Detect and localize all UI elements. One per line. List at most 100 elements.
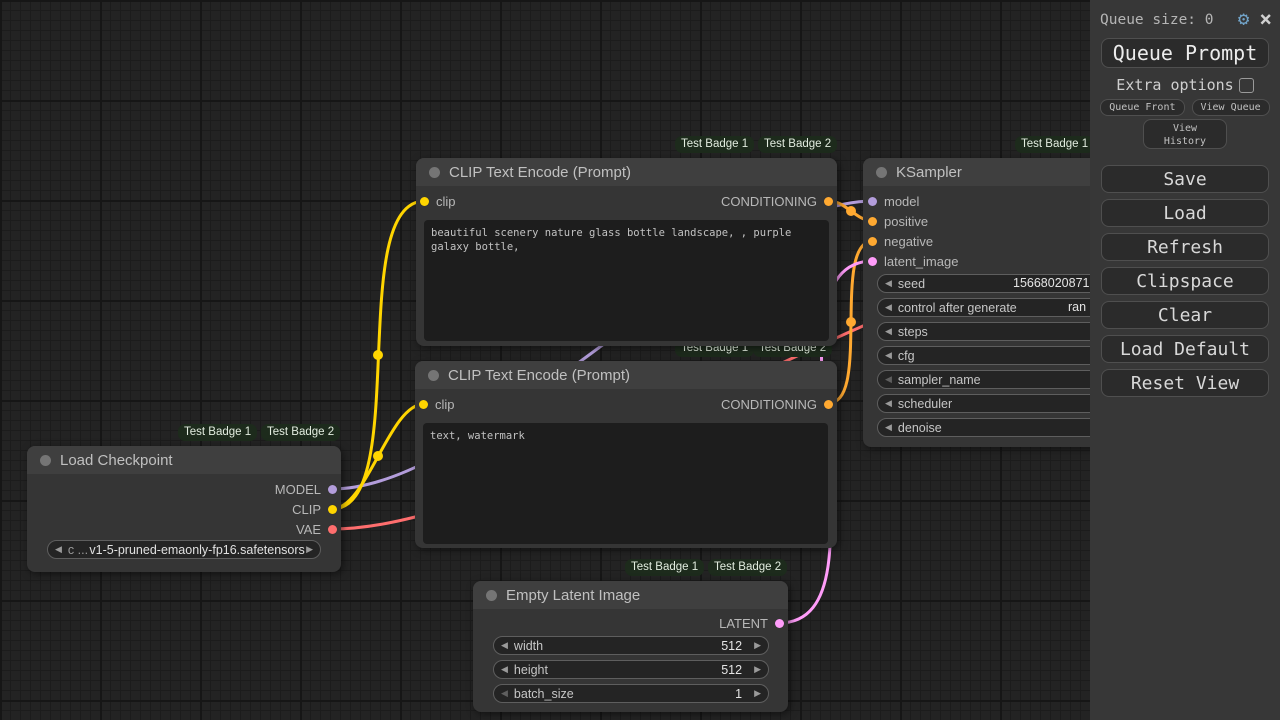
- output-slot-model[interactable]: MODEL: [275, 480, 337, 498]
- model-slot-icon[interactable]: [328, 484, 337, 494]
- decrement-icon[interactable]: ◀: [885, 327, 892, 336]
- slot-label: negative: [884, 233, 934, 249]
- load-button[interactable]: Load: [1101, 199, 1269, 227]
- wire-midpoint-dot: [846, 317, 856, 327]
- decrement-icon[interactable]: ◀: [501, 689, 508, 698]
- node-title: CLIP Text Encode (Prompt): [448, 366, 631, 384]
- collapse-dot-icon[interactable]: [486, 589, 497, 601]
- decrement-icon[interactable]: ◀: [885, 351, 892, 360]
- clear-button[interactable]: Clear: [1101, 301, 1269, 329]
- node-badge: Test Badge 1: [625, 559, 705, 576]
- wire-clip-1: [330, 199, 427, 511]
- conditioning-slot-icon[interactable]: [868, 236, 877, 246]
- increment-icon[interactable]: ▶: [754, 689, 761, 698]
- clip-slot-icon[interactable]: [420, 196, 429, 206]
- slot-label: CONDITIONING: [720, 396, 817, 412]
- clip-slot-icon[interactable]: [328, 504, 337, 514]
- extra-options-checkbox[interactable]: [1238, 77, 1254, 93]
- increment-icon[interactable]: ▶: [306, 545, 313, 554]
- node-title-bar[interactable]: Empty Latent Image: [473, 581, 788, 609]
- control-after-generate-value: ran: [1068, 300, 1087, 314]
- slot-label: CLIP: [292, 501, 321, 517]
- wire-midpoint-dot: [373, 451, 383, 461]
- decrement-icon[interactable]: ◀: [885, 303, 892, 312]
- height-widget[interactable]: ◀ height 512 ▶: [493, 660, 769, 679]
- latent-slot-icon[interactable]: [775, 618, 784, 628]
- view-queue-button[interactable]: View Queue: [1191, 99, 1270, 116]
- output-slot-clip[interactable]: CLIP: [292, 500, 337, 518]
- prompt-textarea[interactable]: text, watermark: [423, 423, 828, 544]
- node-title: CLIP Text Encode (Prompt): [449, 163, 632, 181]
- input-slot-negative[interactable]: negative: [868, 232, 933, 250]
- vae-slot-icon[interactable]: [328, 524, 337, 534]
- decrement-icon[interactable]: ◀: [501, 641, 508, 650]
- output-slot-conditioning[interactable]: CONDITIONING: [721, 395, 833, 413]
- node-badge: Test Badge 2: [261, 424, 341, 441]
- slot-label: clip: [435, 396, 455, 412]
- queue-front-button[interactable]: Queue Front: [1100, 99, 1185, 116]
- batch-size-widget[interactable]: ◀ batch_size 1 ▶: [493, 684, 769, 703]
- prompt-textarea[interactable]: beautiful scenery nature glass bottle la…: [424, 220, 829, 341]
- decrement-icon[interactable]: ◀: [885, 375, 892, 384]
- input-slot-latent-image[interactable]: latent_image: [868, 252, 958, 270]
- output-slot-conditioning[interactable]: CONDITIONING: [721, 192, 833, 210]
- ckpt-name-value: v1-5-pruned-emaonly-fp16.safetensors: [89, 542, 305, 557]
- load-default-button[interactable]: Load Default: [1101, 335, 1269, 363]
- increment-icon[interactable]: ▶: [754, 665, 761, 674]
- node-badge: Test Badge 2: [758, 136, 838, 153]
- close-icon[interactable]: ×: [1259, 9, 1272, 30]
- refresh-button[interactable]: Refresh: [1101, 233, 1269, 261]
- decrement-icon[interactable]: ◀: [55, 545, 62, 554]
- node-clip-text-encode-1[interactable]: CLIP Text Encode (Prompt) clip CONDITION…: [416, 158, 837, 346]
- output-slot-latent[interactable]: LATENT: [719, 614, 784, 632]
- clip-slot-icon[interactable]: [419, 399, 428, 409]
- wire-midpoint-dot: [373, 350, 383, 360]
- node-empty-latent-image[interactable]: Empty Latent Image LATENT ◀ width 512 ▶ …: [473, 581, 788, 712]
- ckpt-name-combo[interactable]: ◀ c ... v1-5-pruned-emaonly-fp16.safeten…: [47, 540, 321, 559]
- settings-gear-icon[interactable]: ⚙: [1238, 10, 1249, 29]
- node-badge: Test Badge 1: [675, 136, 755, 153]
- node-title-bar[interactable]: CLIP Text Encode (Prompt): [415, 361, 837, 389]
- latent-slot-icon[interactable]: [868, 256, 877, 266]
- decrement-icon[interactable]: ◀: [885, 279, 892, 288]
- decrement-icon[interactable]: ◀: [885, 399, 892, 408]
- slot-label: LATENT: [719, 615, 768, 631]
- node-title: Empty Latent Image: [506, 586, 641, 604]
- view-history-button[interactable]: View History: [1143, 119, 1227, 149]
- conditioning-slot-icon[interactable]: [868, 216, 877, 226]
- input-slot-clip[interactable]: clip: [419, 395, 455, 413]
- reset-view-button[interactable]: Reset View: [1101, 369, 1269, 397]
- node-title: KSampler: [896, 163, 962, 181]
- collapse-dot-icon[interactable]: [428, 369, 439, 381]
- collapse-dot-icon[interactable]: [40, 454, 51, 466]
- menu-panel: Queue size: 0 ⚙ × Queue Prompt Extra opt…: [1090, 0, 1280, 720]
- widget-label: width: [513, 638, 544, 653]
- slot-label: positive: [884, 213, 929, 229]
- conditioning-slot-icon[interactable]: [824, 196, 833, 206]
- decrement-icon[interactable]: ◀: [885, 423, 892, 432]
- clipspace-button[interactable]: Clipspace: [1101, 267, 1269, 295]
- wire-midpoint-dot: [846, 206, 856, 216]
- save-button[interactable]: Save: [1101, 165, 1269, 193]
- increment-icon[interactable]: ▶: [754, 641, 761, 650]
- node-title-bar[interactable]: Load Checkpoint: [27, 446, 341, 474]
- collapse-dot-icon[interactable]: [429, 166, 440, 178]
- model-slot-icon[interactable]: [868, 196, 877, 206]
- node-clip-text-encode-2[interactable]: CLIP Text Encode (Prompt) clip CONDITION…: [415, 361, 837, 548]
- width-widget[interactable]: ◀ width 512 ▶: [493, 636, 769, 655]
- input-slot-clip[interactable]: clip: [420, 192, 456, 210]
- input-slot-positive[interactable]: positive: [868, 212, 928, 230]
- slot-label: MODEL: [274, 481, 321, 497]
- conditioning-slot-icon[interactable]: [824, 399, 833, 409]
- input-slot-model[interactable]: model: [868, 192, 919, 210]
- queue-prompt-button[interactable]: Queue Prompt: [1101, 38, 1269, 68]
- decrement-icon[interactable]: ◀: [501, 665, 508, 674]
- node-load-checkpoint[interactable]: Load Checkpoint MODEL CLIP VAE ◀ c ... v…: [27, 446, 341, 572]
- output-slot-vae[interactable]: VAE: [296, 520, 337, 538]
- graph-canvas[interactable]: Test Badge 1 Test Badge 2 Test Badge 1 T…: [0, 0, 1280, 720]
- slot-label: model: [884, 193, 920, 209]
- seed-value: 15668020871: [1013, 276, 1090, 290]
- node-title-bar[interactable]: CLIP Text Encode (Prompt): [416, 158, 837, 186]
- collapse-dot-icon[interactable]: [876, 166, 887, 178]
- widget-label: batch_size: [513, 686, 574, 701]
